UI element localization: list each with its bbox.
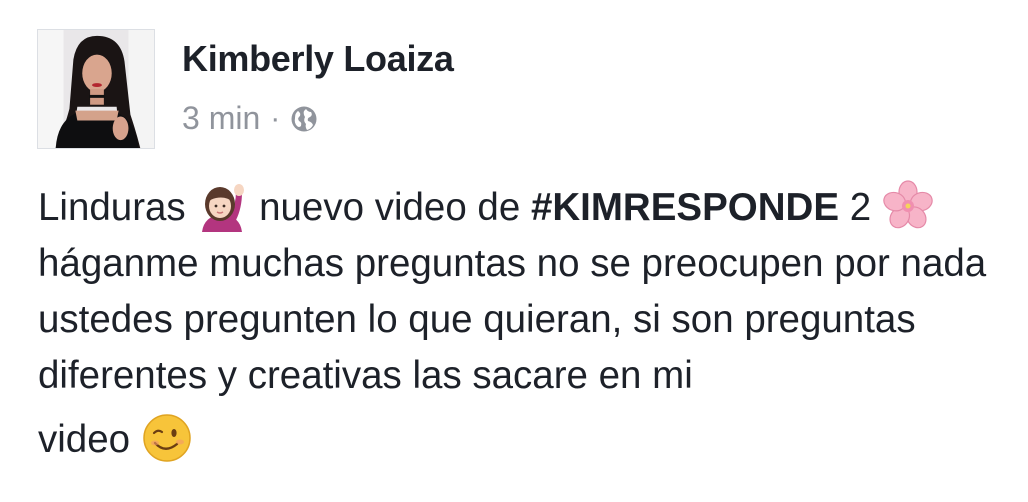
person-raising-hand-emoji: [196, 184, 248, 232]
post-card: Kimberly Loaiza 3 min · Linduras nuevo v…: [0, 0, 1028, 502]
post-text: Linduras nuevo video de #KIMRESPONDE 2 h…: [38, 180, 1023, 468]
author-name[interactable]: Kimberly Loaiza: [182, 38, 454, 80]
post-text-last-line: video: [38, 412, 1023, 468]
avatar-photo: [38, 30, 154, 148]
post-text-segment: video: [38, 418, 131, 461]
globe-icon[interactable]: [290, 105, 318, 133]
avatar[interactable]: [37, 29, 155, 149]
winking-face-emoji: [141, 414, 193, 462]
post-meta: 3 min ·: [182, 100, 318, 137]
post-text-segment: Linduras: [38, 186, 186, 229]
meta-separator: ·: [270, 101, 281, 135]
cherry-blossom-emoji: [882, 180, 934, 230]
post-text-segment: háganme muchas preguntas no se preocupen…: [38, 242, 987, 397]
hashtag-link[interactable]: #KIMRESPONDE: [531, 186, 839, 229]
post-text-segment: 2: [849, 186, 872, 229]
post-timestamp[interactable]: 3 min: [182, 100, 260, 137]
post-text-segment: nuevo video de: [259, 186, 521, 229]
